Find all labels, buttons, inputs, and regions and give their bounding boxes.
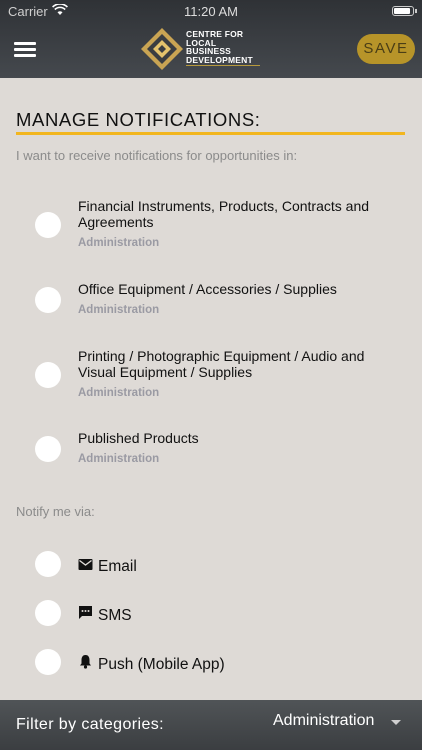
bell-icon [80, 655, 91, 669]
opportunity-category: Administration [78, 453, 160, 465]
opportunity-option[interactable]: Financial Instruments, Products, Contrac… [0, 195, 422, 255]
opportunity-option[interactable]: Published Products Administration [0, 427, 422, 472]
app-header: Carrier 11:20 AM CENTRE FOR LOCAL BUSINE… [0, 0, 422, 78]
push-radio[interactable] [35, 649, 61, 675]
sms-label: SMS [98, 607, 132, 624]
status-time: 11:20 AM [184, 4, 238, 19]
battery-nub [415, 9, 417, 13]
opportunity-option[interactable]: Printing / Photographic Equipment / Audi… [0, 345, 422, 405]
logo-underline [186, 65, 260, 66]
opportunity-category: Administration [78, 387, 160, 399]
push-label: Push (Mobile App) [98, 656, 225, 673]
opportunity-title: Financial Instruments, Products, Contrac… [78, 198, 370, 230]
status-bar: Carrier 11:20 AM [0, 0, 422, 22]
opportunity-radio[interactable] [35, 287, 61, 313]
opportunity-radio[interactable] [35, 212, 61, 238]
opportunity-title: Office Equipment / Accessories / Supplie… [78, 281, 337, 297]
email-radio[interactable] [35, 551, 61, 577]
opportunity-option[interactable]: Office Equipment / Accessories / Supplie… [0, 278, 422, 323]
title-divider [16, 132, 405, 135]
battery-icon [392, 6, 414, 16]
hamburger-menu-icon[interactable] [14, 40, 38, 58]
logo-line: DEVELOPMENT [186, 54, 253, 65]
opportunity-radio[interactable] [35, 362, 61, 388]
channel-option-email[interactable]: Email [0, 551, 422, 579]
filter-label: Filter by categories: [16, 716, 165, 733]
notify-label: Notify me via: [16, 504, 95, 519]
opportunity-radio[interactable] [35, 436, 61, 462]
diamond-logo-mark [141, 28, 183, 70]
filter-bar: Filter by categories: Administration [0, 700, 422, 750]
opportunity-category: Administration [78, 304, 160, 316]
opportunity-title: Published Products [78, 430, 199, 446]
opportunities-intro: I want to receive notifications for oppo… [16, 148, 298, 163]
sms-radio[interactable] [35, 600, 61, 626]
app-logo: CENTRE FOR LOCAL BUSINESS DEVELOPMENT [140, 27, 264, 71]
chat-bubble-icon [79, 606, 92, 619]
channel-option-sms[interactable]: SMS [0, 600, 422, 628]
channel-option-push[interactable]: Push (Mobile App) [0, 649, 422, 677]
logo-wordmark: CENTRE FOR LOCAL BUSINESS DEVELOPMENT [186, 30, 253, 64]
opportunity-category: Administration [78, 237, 160, 249]
chevron-down-icon[interactable] [391, 720, 401, 725]
category-select[interactable]: Administration [273, 712, 374, 730]
envelope-icon [78, 559, 93, 570]
opportunity-title: Printing / Photographic Equipment / Audi… [78, 348, 365, 380]
page-title: MANAGE NOTIFICATIONS: [16, 109, 261, 130]
save-button[interactable]: SAVE [357, 34, 415, 64]
email-label: Email [98, 558, 137, 575]
